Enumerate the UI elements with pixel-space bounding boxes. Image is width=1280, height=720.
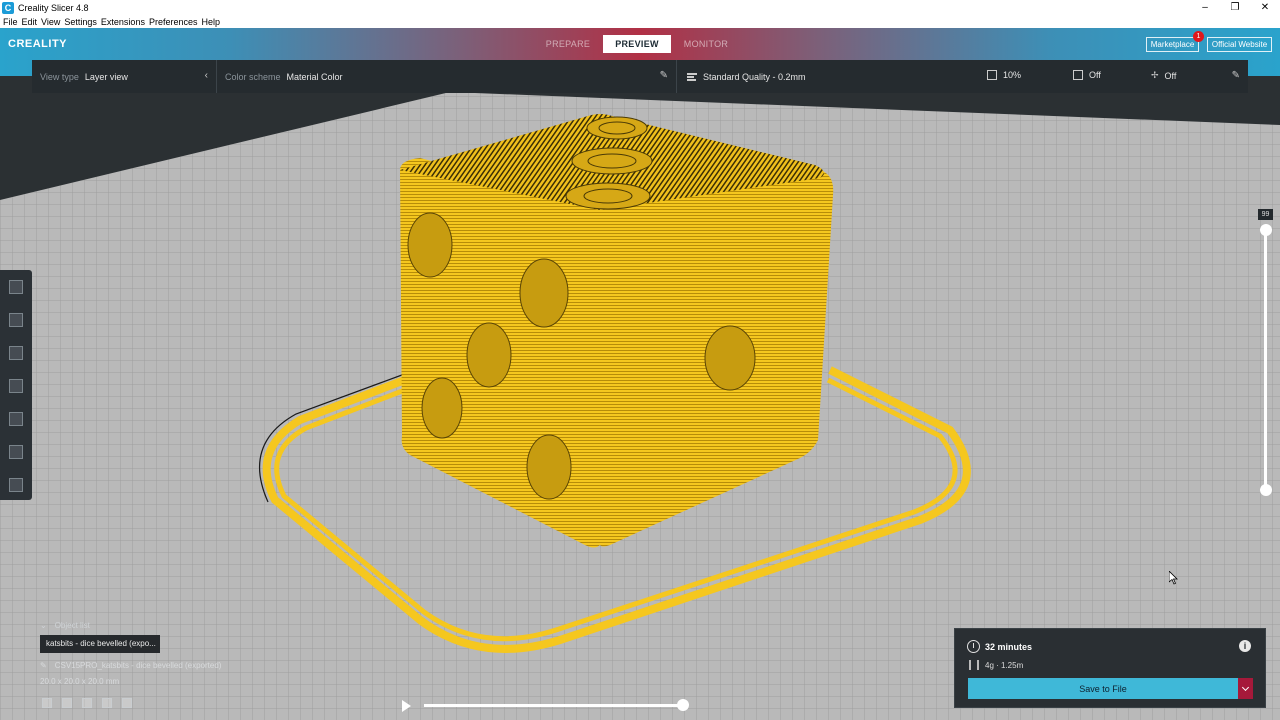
mirror-tool-button[interactable]: [0, 369, 32, 402]
minimize-button[interactable]: –: [1190, 0, 1220, 15]
save-to-file-button[interactable]: Save to File: [968, 678, 1238, 699]
color-scheme-value: Material Color: [286, 71, 343, 82]
stage-tabs: PREPARE PREVIEW MONITOR: [534, 35, 741, 53]
menu-settings[interactable]: Settings: [64, 17, 97, 27]
rotate-tool-button[interactable]: [0, 336, 32, 369]
view-options-bar: View type Layer view ‹ Color scheme Mate…: [32, 60, 1248, 93]
path-slider-handle[interactable]: [677, 699, 689, 711]
quality-profile: Standard Quality - 0.2mm: [703, 71, 806, 82]
quality-icon: [687, 72, 697, 81]
pencil-icon: ✎: [40, 661, 47, 670]
filament-icon: [969, 660, 979, 670]
left-toolbar: [0, 270, 32, 500]
tab-prepare[interactable]: PREPARE: [534, 35, 602, 53]
color-scheme-label: Color scheme: [225, 71, 281, 82]
print-settings-summary[interactable]: Standard Quality - 0.2mm 10% Off ✢ Off ✎: [677, 60, 1248, 93]
support-icon: [1073, 70, 1083, 80]
mouse-cursor-icon: [1169, 571, 1178, 585]
color-scheme-selector[interactable]: Color scheme Material Color ✎: [217, 60, 677, 93]
menu-bar: File Edit View Settings Extensions Prefe…: [0, 15, 1280, 28]
maximize-button[interactable]: ❐: [1220, 0, 1250, 15]
material-estimate: 4g · 1.25m: [985, 661, 1024, 670]
tab-monitor[interactable]: MONITOR: [672, 35, 740, 53]
window-controls: – ❐ ✕: [1190, 0, 1280, 15]
output-panel: 32 minutes i 4g · 1.25m Save to File: [954, 628, 1266, 708]
layer-slider-bottom-handle[interactable]: [1260, 484, 1272, 496]
per-model-settings-button[interactable]: [0, 402, 32, 435]
per-model-settings-icon: [9, 411, 23, 426]
object-list-item[interactable]: katsbits - dice bevelled (expo...: [40, 635, 160, 653]
scale-icon: [9, 312, 23, 327]
menu-edit[interactable]: Edit: [22, 17, 38, 27]
custom-support-button[interactable]: [0, 468, 32, 501]
custom-support-icon: [9, 477, 23, 492]
title-bar: C Creality Slicer 4.8 – ❐ ✕: [0, 0, 1280, 15]
support-blocker-icon: [9, 444, 23, 459]
close-button[interactable]: ✕: [1250, 0, 1280, 15]
rotate-icon: [9, 345, 23, 360]
window-title: Creality Slicer 4.8: [18, 2, 89, 13]
top-view-icon[interactable]: [82, 698, 92, 708]
move-icon: [9, 279, 23, 294]
creality-app-icon: C: [2, 1, 14, 14]
view-type-selector[interactable]: View type Layer view ‹: [32, 60, 217, 93]
creality-logo: CREALITY: [8, 38, 67, 50]
camera-view-buttons: [42, 698, 142, 708]
front-view-icon[interactable]: [62, 698, 72, 708]
build-plate-scene: [0, 76, 1280, 720]
adhesion-stat: ✢ Off: [1151, 70, 1176, 81]
adhesion-value: Off: [1164, 70, 1177, 81]
view-type-label: View type: [40, 71, 79, 82]
official-website-button[interactable]: Official Website: [1207, 37, 1272, 52]
support-value: Off: [1089, 70, 1101, 80]
chevron-down-icon: ⌄: [40, 621, 47, 630]
3d-viewport[interactable]: [0, 76, 1280, 720]
job-name-text: CSV15PRO_katsbits - dice bevelled (expor…: [54, 661, 222, 670]
menu-help[interactable]: Help: [201, 17, 220, 27]
support-stat: Off: [1073, 70, 1101, 80]
pencil-icon: ✎: [659, 70, 668, 81]
path-slider-track[interactable]: [424, 704, 683, 707]
layer-number-field[interactable]: 99: [1258, 209, 1273, 220]
move-tool-button[interactable]: [0, 270, 32, 303]
view-type-value: Layer view: [84, 71, 128, 82]
right-view-icon[interactable]: [122, 698, 132, 708]
3d-view-icon[interactable]: [42, 698, 52, 708]
layer-slider-top-handle[interactable]: [1260, 224, 1272, 236]
object-list-label: Object list: [54, 621, 90, 630]
tab-preview[interactable]: PREVIEW: [603, 35, 671, 53]
menu-extensions[interactable]: Extensions: [101, 17, 145, 27]
infill-value: 10%: [1003, 70, 1022, 80]
chevron-down-icon: [1241, 683, 1250, 691]
clock-icon: [967, 640, 980, 653]
marketplace-notification-badge: 1: [1193, 31, 1204, 42]
adhesion-icon: ✢: [1151, 70, 1159, 80]
menu-file[interactable]: File: [3, 17, 18, 27]
infill-stat: 10%: [987, 70, 1021, 80]
scale-tool-button[interactable]: [0, 303, 32, 336]
infill-icon: [987, 70, 997, 80]
job-name[interactable]: ✎ CSV15PRO_katsbits - dice bevelled (exp…: [40, 661, 221, 670]
pencil-icon: ✎: [1231, 70, 1240, 81]
support-blocker-button[interactable]: [0, 435, 32, 468]
layer-slider-track[interactable]: [1264, 228, 1267, 490]
output-device-dropdown[interactable]: [1238, 678, 1253, 699]
object-dimensions: 20.0 x 20.0 x 20.0 mm: [40, 677, 120, 686]
mirror-icon: [9, 378, 23, 393]
info-icon[interactable]: i: [1239, 640, 1251, 652]
print-time: 32 minutes: [985, 642, 1033, 652]
menu-view[interactable]: View: [41, 17, 60, 27]
left-view-icon[interactable]: [102, 698, 112, 708]
object-list-toggle[interactable]: ⌄ Object list: [40, 621, 90, 630]
chevron-left-icon: ‹: [204, 70, 208, 81]
menu-preferences[interactable]: Preferences: [149, 17, 198, 27]
play-simulation-button[interactable]: [402, 700, 411, 712]
marketplace-button[interactable]: Marketplace: [1146, 37, 1199, 52]
